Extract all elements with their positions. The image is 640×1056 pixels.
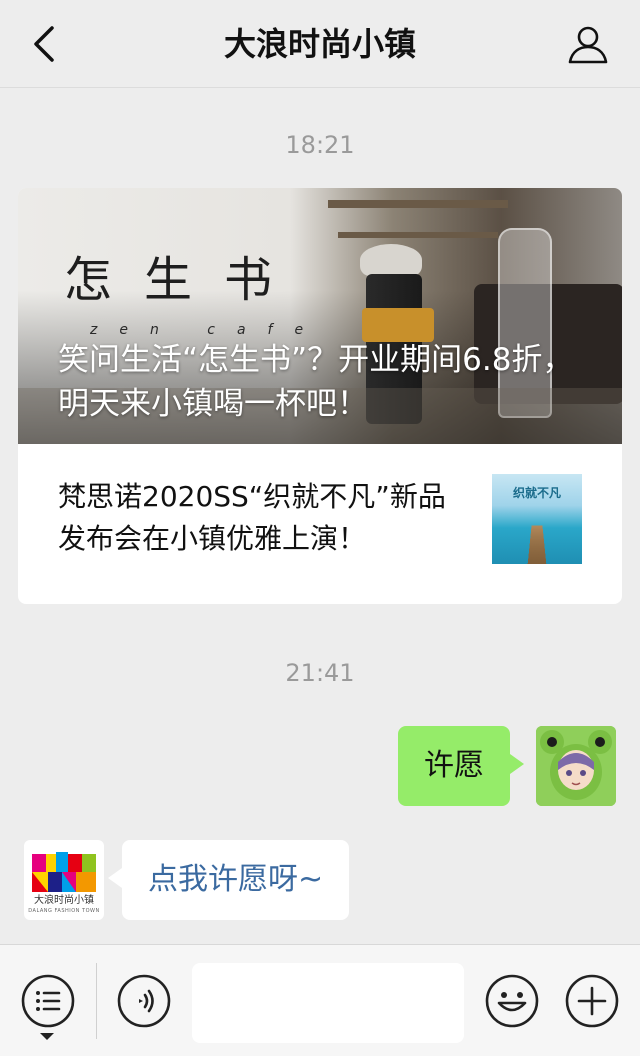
menu-list-icon bbox=[21, 974, 75, 1028]
brand-avatar[interactable]: 大浪时尚小镇 DALANG FASHION TOWN bbox=[24, 840, 104, 920]
input-bar bbox=[0, 944, 640, 1056]
plus-button[interactable] bbox=[564, 973, 620, 1029]
cover-image-grinder bbox=[362, 308, 434, 342]
message-input[interactable] bbox=[192, 963, 464, 1043]
sub-article-thumbnail: 织就不凡 bbox=[492, 474, 582, 564]
profile-button[interactable] bbox=[564, 20, 612, 68]
user-avatar[interactable] bbox=[536, 726, 616, 806]
timestamp: 21:41 bbox=[285, 659, 355, 687]
cafe-logo-text: 怎生书 bbox=[64, 252, 305, 308]
thumbnail-text: 织就不凡 bbox=[512, 486, 561, 500]
cover-image-shelf bbox=[328, 200, 508, 208]
sub-article-item[interactable]: 梵思诺2020SS“织就不凡”新品发布会在小镇优雅上演！ 织就不凡 bbox=[18, 444, 622, 604]
chat-title: 大浪时尚小镇 bbox=[223, 25, 416, 63]
outgoing-message-bubble[interactable]: 许愿 bbox=[398, 726, 524, 806]
brand-name-en: DALANG FASHION TOWN bbox=[28, 908, 100, 914]
divider bbox=[96, 963, 97, 1039]
frog-hood-avatar-icon bbox=[536, 726, 616, 806]
article-title: 笑问生活“怎生书”？开业期间6.8折，明天来小镇喝一杯吧！ bbox=[58, 342, 574, 422]
brand-name: 大浪时尚小镇 bbox=[34, 895, 94, 906]
brand-logo-icon bbox=[32, 852, 96, 892]
voice-button[interactable] bbox=[116, 973, 172, 1029]
chat-header: 大浪时尚小镇 bbox=[0, 0, 640, 88]
cafe-logo-subtext: zen cafe bbox=[90, 322, 326, 338]
person-icon bbox=[568, 26, 608, 64]
article-cover[interactable]: 怎生书 zen cafe 笑问生活“怎生书”？开业期间6.8折，明天来小镇喝一杯… bbox=[18, 188, 622, 444]
cover-image-grinder bbox=[360, 244, 422, 276]
timestamp: 18:21 bbox=[285, 131, 355, 159]
incoming-message-bubble[interactable]: 点我许愿呀~ bbox=[107, 840, 350, 920]
menu-caret-icon bbox=[40, 1033, 54, 1040]
voice-icon bbox=[117, 974, 171, 1028]
emoji-button[interactable] bbox=[484, 973, 540, 1029]
plus-icon bbox=[565, 974, 619, 1028]
emoji-icon bbox=[485, 974, 539, 1028]
cover-image-shelf bbox=[338, 232, 498, 238]
sub-article-title: 梵思诺2020SS“织就不凡”新品发布会在小镇优雅上演！ bbox=[58, 480, 446, 555]
menu-button[interactable] bbox=[20, 973, 76, 1029]
article-card[interactable]: 怎生书 zen cafe 笑问生活“怎生书”？开业期间6.8折，明天来小镇喝一杯… bbox=[18, 188, 622, 604]
thumbnail-pier bbox=[527, 525, 547, 564]
